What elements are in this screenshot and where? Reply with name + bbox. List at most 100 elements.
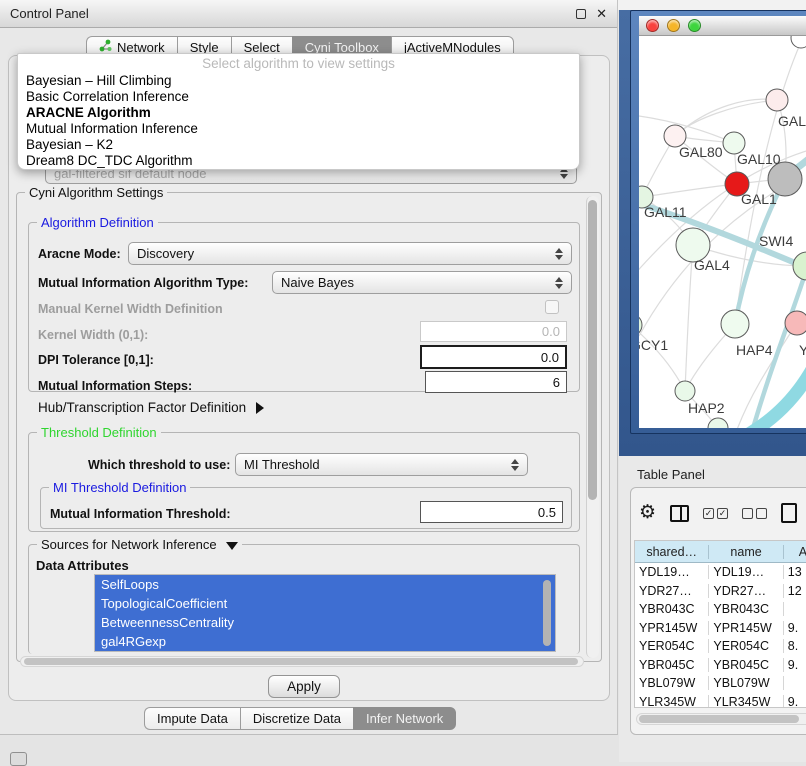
- aracne-mode-combobox[interactable]: Discovery: [128, 242, 572, 265]
- settings-hscrollbar-thumb[interactable]: [24, 658, 578, 665]
- table-row[interactable]: YBL079WYBL079W: [635, 674, 806, 693]
- network-window-titlebar[interactable]: [639, 16, 806, 36]
- which-threshold-value: MI Threshold: [244, 457, 320, 472]
- table-cell: YBL079W: [635, 676, 709, 690]
- table-hscrollbar-thumb[interactable]: [639, 715, 799, 723]
- attribute-item[interactable]: TopologicalCoefficient: [95, 594, 555, 613]
- network-node-hap4[interactable]: [721, 310, 749, 338]
- checked-box-icon: ✓: [717, 508, 728, 519]
- combo-arrows-icon: [555, 277, 563, 289]
- tab-label: Discretize Data: [253, 711, 341, 726]
- node-table[interactable]: shared…nameA YDL19…YDL19…13YDR27…YDR27…1…: [634, 540, 806, 708]
- algorithm-option[interactable]: ARACNE Algorithm: [18, 105, 579, 121]
- table-cell: YDR27…: [635, 584, 709, 598]
- tab-label: Impute Data: [157, 711, 228, 726]
- table-row[interactable]: YLR345WYLR345W9.: [635, 693, 806, 709]
- attribute-item[interactable]: BetweennessCentrality: [95, 613, 555, 632]
- cyni-bottom-tabs: Impute Data Discretize Data Infer Network: [144, 706, 456, 730]
- mi-threshold-field[interactable]: 0.5: [420, 501, 563, 523]
- network-node-hap2[interactable]: [675, 381, 695, 401]
- table-cell: YDR27…: [709, 584, 783, 598]
- table-row[interactable]: YDL19…YDL19…13: [635, 563, 806, 582]
- float-window-icon[interactable]: [576, 9, 586, 19]
- table-cell: YPR145W: [635, 621, 709, 635]
- table-cell: 12: [784, 584, 806, 598]
- kernel-width-label: Kernel Width (0,1):: [38, 328, 148, 342]
- mi-threshold-value: 0.5: [538, 505, 556, 520]
- column-header[interactable]: shared…: [635, 545, 709, 559]
- network-node[interactable]: [791, 36, 806, 48]
- dpi-tolerance-field[interactable]: 0.0: [420, 345, 567, 369]
- attributes-scrollbar-thumb[interactable]: [543, 580, 551, 646]
- dpi-tolerance-value: 0.0: [541, 350, 559, 365]
- zoom-traffic-icon[interactable]: [688, 19, 701, 32]
- node-label: GCY1: [639, 337, 668, 353]
- close-traffic-icon[interactable]: [646, 19, 659, 32]
- table-cell: YDL19…: [709, 565, 783, 579]
- algorithm-option[interactable]: Mutual Information Inference: [18, 121, 579, 137]
- node-label: SWI4: [759, 233, 793, 249]
- node-label: GAL10: [737, 151, 781, 167]
- table-row[interactable]: YBR043CYBR043C: [635, 600, 806, 619]
- network-window[interactable]: GALGAL80GAL10GAL1GAL11GAL4SWI4GCY1HAP4YH…: [630, 10, 806, 434]
- algorithm-placeholder: Select algorithm to view settings: [18, 56, 579, 73]
- apply-button[interactable]: Apply: [268, 675, 340, 698]
- minimize-traffic-icon[interactable]: [667, 19, 680, 32]
- table-row[interactable]: YER054CYER054C8.: [635, 637, 806, 656]
- mi-steps-value: 6: [553, 375, 560, 390]
- apply-button-label: Apply: [287, 679, 321, 694]
- network-graph: GALGAL80GAL10GAL1GAL11GAL4SWI4GCY1HAP4YH…: [639, 36, 806, 428]
- unchecked-box-icon: [756, 508, 767, 519]
- control-panel-window: Control Panel ✕ NetworkStyleSelectCyni T…: [0, 0, 618, 735]
- control-panel-titlebar: Control Panel ✕: [0, 0, 617, 28]
- table-row[interactable]: YDR27…YDR27…12: [635, 582, 806, 601]
- table-row[interactable]: YPR145WYPR145W9.: [635, 619, 806, 638]
- table-cell: YPR145W: [709, 621, 783, 635]
- settings-scrollbar-thumb[interactable]: [588, 200, 597, 500]
- attribute-item[interactable]: gal4RGexp: [95, 632, 555, 651]
- algorithm-option[interactable]: Bayesian – Hill Climbing: [18, 73, 579, 89]
- table-cell: YBR045C: [709, 658, 783, 672]
- kernel-width-field: 0.0: [420, 321, 567, 342]
- table-cell: YBR045C: [635, 658, 709, 672]
- table-cell: YBL079W: [709, 676, 783, 690]
- combo-arrows-icon: [555, 248, 563, 260]
- table-cell: YBR043C: [709, 602, 783, 616]
- mi-steps-field[interactable]: 6: [425, 371, 567, 393]
- table-row[interactable]: YBR045CYBR045C9.: [635, 656, 806, 675]
- table-cell: YLR345W: [709, 695, 783, 708]
- mi-type-combobox[interactable]: Naive Bayes: [272, 271, 572, 294]
- tab-impute-data[interactable]: Impute Data: [144, 707, 240, 730]
- algorithm-option[interactable]: Basic Correlation Inference: [18, 89, 579, 105]
- columns-icon[interactable]: [670, 505, 689, 522]
- which-threshold-combobox[interactable]: MI Threshold: [235, 453, 528, 476]
- corner-widget-icon[interactable]: [10, 752, 27, 766]
- network-node-gal[interactable]: [766, 89, 788, 111]
- table-cell: 9.: [784, 695, 806, 708]
- hub-definition-toggle[interactable]: Hub/Transcription Factor Definition: [38, 400, 264, 415]
- algorithm-option[interactable]: Dream8 DC_TDC Algorithm: [18, 153, 579, 169]
- data-attributes-list[interactable]: SelfLoopsTopologicalCoefficientBetweenne…: [94, 574, 556, 652]
- column-header[interactable]: name: [709, 545, 783, 559]
- kernel-width-value: 0.0: [542, 324, 560, 339]
- table-cell: 9.: [784, 621, 806, 635]
- attribute-item[interactable]: SelfLoops: [95, 575, 555, 594]
- gear-icon[interactable]: ⚙: [639, 503, 656, 523]
- algorithm-definition-title: Algorithm Definition: [37, 215, 158, 230]
- deselect-all-icon[interactable]: [742, 508, 767, 519]
- tab-discretize-data[interactable]: Discretize Data: [240, 707, 353, 730]
- table-header-row[interactable]: shared…nameA: [635, 541, 806, 563]
- column-header[interactable]: A: [784, 545, 806, 559]
- collapsed-arrow-icon: [256, 402, 264, 414]
- close-icon[interactable]: ✕: [596, 6, 607, 22]
- network-node-y[interactable]: [785, 311, 806, 335]
- algorithm-list: Bayesian – Hill ClimbingBasic Correlatio…: [18, 73, 579, 169]
- network-node-swi4[interactable]: [793, 252, 806, 280]
- algorithm-option[interactable]: Bayesian – K2: [18, 137, 579, 153]
- network-canvas[interactable]: GALGAL80GAL10GAL1GAL11GAL4SWI4GCY1HAP4YH…: [639, 36, 806, 428]
- manual-kernel-checkbox[interactable]: [545, 300, 559, 314]
- select-all-icon[interactable]: ✓ ✓: [703, 508, 728, 519]
- sources-group-title[interactable]: Sources for Network Inference: [37, 537, 242, 552]
- new-table-icon[interactable]: [781, 503, 797, 523]
- tab-infer-network[interactable]: Infer Network: [353, 707, 456, 730]
